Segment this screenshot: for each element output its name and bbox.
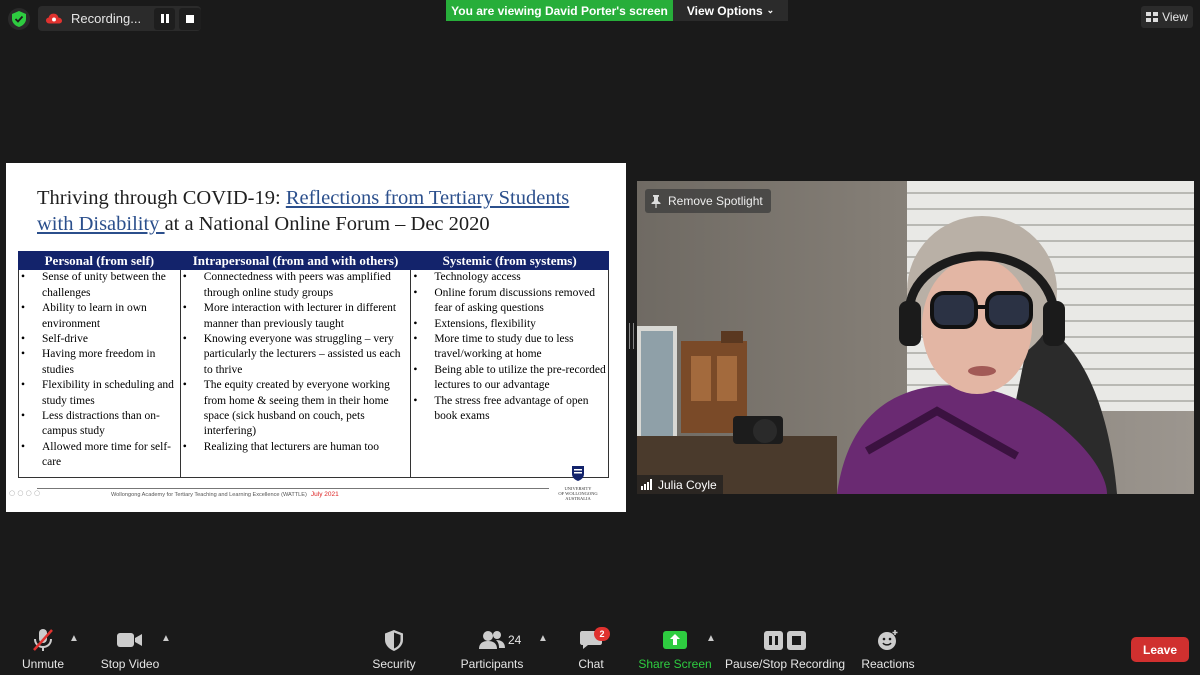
column-personal: Sense of unity between the challenges Ab…: [18, 269, 181, 478]
share-screen-button[interactable]: Share Screen: [638, 628, 712, 672]
participants-options-chevron-icon[interactable]: ▲: [538, 633, 548, 644]
video-options-chevron-icon[interactable]: ▲: [161, 633, 171, 644]
column-systemic: Technology access Online forum discussio…: [410, 269, 609, 478]
participants-label: Participants: [460, 657, 524, 671]
leave-meeting-button[interactable]: Leave: [1131, 637, 1189, 662]
list-item: Connectedness with peers was amplified t…: [181, 270, 409, 301]
view-layout-button[interactable]: View: [1141, 6, 1193, 28]
pause-stop-recording-label: Pause/Stop Recording: [724, 657, 846, 671]
pause-recording-button[interactable]: [153, 7, 176, 30]
recording-label: Recording...: [71, 11, 142, 26]
view-options-button[interactable]: View Options ⌄: [673, 0, 788, 21]
audio-options-chevron-icon[interactable]: ▲: [69, 633, 79, 644]
view-label: View: [1162, 10, 1188, 24]
video-camera-icon: [117, 628, 143, 652]
participant-name-tag: Julia Coyle: [637, 475, 723, 494]
list-item: Extensions, flexibility: [411, 317, 606, 333]
grid-view-icon: [1146, 12, 1159, 22]
list-item: Sense of unity between the challenges: [19, 270, 178, 301]
recording-indicator: Recording...: [38, 6, 201, 31]
logo-text-3: AUSTRALIA: [565, 496, 591, 501]
pause-icon: [160, 14, 169, 23]
participants-icon: [479, 628, 505, 652]
share-screen-icon: [663, 628, 687, 652]
share-options-chevron-icon[interactable]: ▲: [706, 633, 716, 644]
remove-spotlight-button[interactable]: Remove Spotlight: [645, 189, 771, 213]
list-item: Knowing everyone was struggling – very p…: [181, 332, 409, 378]
security-button[interactable]: Security: [371, 628, 417, 672]
list-item: Less distractions than on-campus study: [19, 409, 178, 440]
list-item: Having more freedom in studies: [19, 347, 178, 378]
list-item: Realizing that lecturers are human too: [181, 440, 409, 456]
footer-org-text: Wollongong Academy for Tertiary Teaching…: [111, 492, 307, 498]
security-shield-icon: [385, 628, 403, 652]
list-item: Technology access: [411, 270, 606, 286]
list-item: The stress free advantage of open book e…: [411, 394, 606, 425]
slide-title-plain: Thriving through COVID-19:: [37, 187, 286, 209]
pin-icon: [651, 194, 661, 208]
list-item: Self-drive: [19, 332, 178, 348]
list-item: Flexibility in scheduling and study time…: [19, 378, 178, 409]
participant-video-tile[interactable]: Remove Spotlight Julia Coyle: [637, 181, 1194, 494]
column-intrapersonal: Connectedness with peers was amplified t…: [179, 269, 412, 478]
crest-icon: [572, 466, 584, 481]
security-label: Security: [372, 657, 416, 671]
column-header-personal: Personal (from self): [18, 250, 181, 271]
slide-footer-rule: [37, 488, 549, 489]
participant-count: 24: [508, 633, 522, 647]
stop-icon: [186, 14, 195, 23]
slide-title: Thriving through COVID-19: Reflections f…: [37, 185, 597, 237]
slide-footer: Wollongong Academy for Tertiary Teaching…: [111, 491, 339, 498]
list-item: Online forum discussions removed fear of…: [411, 286, 606, 317]
chat-label: Chat: [578, 657, 604, 671]
list-item: Allowed more time for self-care: [19, 440, 178, 471]
cloud-recording-icon: [46, 10, 62, 27]
encryption-shield-icon[interactable]: [8, 8, 30, 30]
column-header-systemic: Systemic (from systems): [410, 250, 609, 271]
list-item: Being able to utilize the pre-recorded l…: [411, 363, 606, 394]
chevron-down-icon: ⌄: [766, 5, 775, 15]
connection-strength-icon: [641, 479, 652, 490]
video-feed: [637, 181, 1194, 494]
recording-controls-icon: [764, 628, 806, 652]
unmute-label: Unmute: [21, 657, 65, 671]
viewing-screen-banner: You are viewing David Porter's screen: [446, 0, 673, 21]
remove-spotlight-label: Remove Spotlight: [668, 194, 763, 208]
participant-name: Julia Coyle: [658, 477, 717, 492]
view-options-label: View Options: [686, 3, 763, 18]
list-item: More time to study due to less travel/wo…: [411, 332, 606, 363]
column-header-intrapersonal: Intrapersonal (from and with others): [179, 250, 412, 271]
shared-screen-slide: Thriving through COVID-19: Reflections f…: [6, 163, 626, 512]
split-view-divider-handle[interactable]: [629, 323, 634, 349]
list-item: The equity created by everyone working f…: [181, 378, 409, 440]
reactions-button[interactable]: Reactions: [861, 628, 915, 672]
university-logo: UNIVERSITY OF WOLLONGONG AUSTRALIA: [555, 465, 601, 501]
stop-video-button[interactable]: Stop Video: [100, 628, 160, 672]
footer-date: July 2021: [310, 491, 339, 498]
list-item: More interaction with lecturer in differ…: [181, 301, 409, 332]
stop-recording-button[interactable]: [179, 7, 201, 30]
muted-microphone-icon: [32, 628, 54, 652]
chat-unread-badge: 2: [594, 627, 610, 641]
share-screen-label: Share Screen: [638, 657, 712, 671]
slide-title-rest: at a National Online Forum – Dec 2020: [164, 213, 490, 235]
unmute-button[interactable]: Unmute: [20, 628, 66, 672]
stop-video-label: Stop Video: [100, 657, 160, 671]
reactions-label: Reactions: [861, 657, 915, 671]
list-item: Ability to learn in own environment: [19, 301, 178, 332]
pause-stop-recording-button[interactable]: Pause/Stop Recording: [724, 628, 846, 672]
pause-icon: [764, 630, 783, 650]
presentation-tools-icon[interactable]: ○ ○ ○ ○: [9, 489, 40, 497]
reactions-smiley-icon: [877, 628, 899, 652]
stop-icon: [787, 630, 806, 650]
reflections-table: Personal (from self) Intrapersonal (from…: [18, 250, 609, 478]
